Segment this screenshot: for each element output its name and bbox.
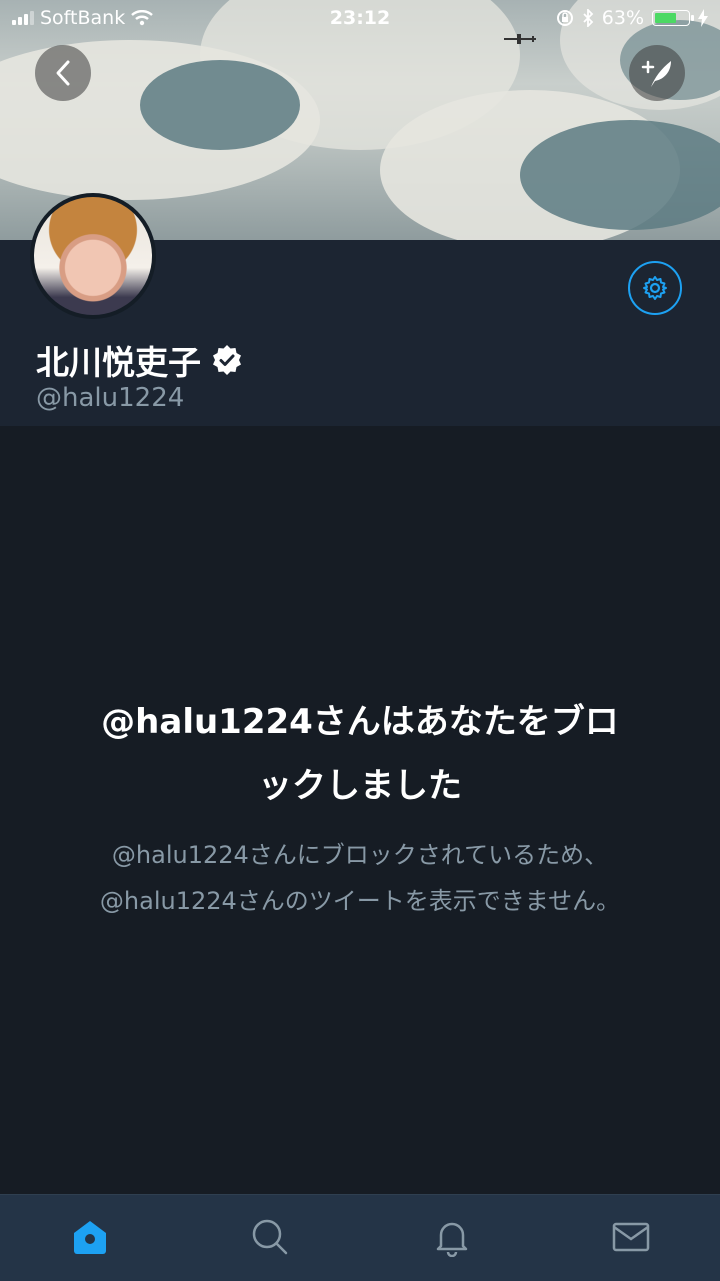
bluetooth-icon [583,9,594,27]
bottom-tab-bar [0,1194,720,1281]
avatar[interactable] [30,193,156,319]
battery-icon [652,10,694,26]
battery-percent: 63% [601,7,644,29]
home-icon [74,1221,106,1254]
settings-button[interactable] [628,261,682,315]
tab-home[interactable] [70,1217,110,1257]
blocked-desc-line2: @halu1224さんのツイートを表示できません。 [99,887,621,915]
blocked-title-line1: @halu1224さんはあなたをブロ [101,702,619,742]
back-button[interactable] [35,45,91,101]
compose-tweet-button[interactable] [629,45,685,101]
tab-notifications[interactable] [432,1217,472,1257]
charging-icon [698,9,708,27]
status-bar: SoftBank 23:12 63% [0,0,720,36]
profile-name: 北川悦吏子 [36,343,201,382]
tab-search[interactable] [250,1217,290,1257]
bell-icon [436,1222,468,1257]
orientation-lock-icon [556,10,573,26]
blocked-title: @halu1224さんはあなたをブロ ックしました [60,690,660,818]
search-icon [252,1219,288,1255]
verified-badge-icon [213,345,241,375]
compose-tweet-icon [641,60,671,87]
gear-icon [643,276,667,300]
blocked-desc-line1: @halu1224さんにブロックされているため、 [111,841,609,869]
profile-handle: @halu1224 [36,383,185,413]
back-arrow-icon [56,60,70,86]
profile-name-row: 北川悦吏子 [36,336,243,384]
blocked-title-line2: ックしました [258,766,462,806]
blocked-description: @halu1224さんにブロックされているため、 @halu1224さんのツイー… [30,832,690,924]
tab-messages[interactable] [611,1217,651,1257]
mail-icon [612,1222,650,1252]
